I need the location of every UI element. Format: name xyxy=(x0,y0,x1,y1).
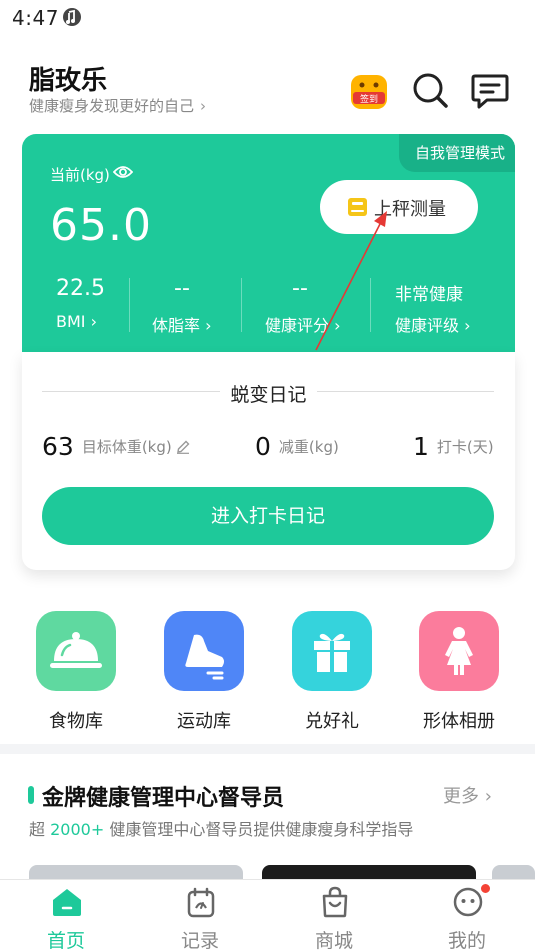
tab-label: 记录 xyxy=(180,930,219,951)
gift-icon xyxy=(292,611,372,691)
feature-redeem-gifts[interactable]: 兑好礼 xyxy=(290,611,374,733)
calendar-icon xyxy=(187,887,215,918)
tab-label: 我的 xyxy=(447,930,486,951)
feature-label: 食物库 xyxy=(49,711,103,732)
section-accent-bar xyxy=(28,786,34,804)
tab-home[interactable]: 首页 xyxy=(21,880,111,951)
tab-record[interactable]: 记录 xyxy=(155,880,245,951)
tab-label: 商城 xyxy=(314,930,353,951)
section-description: 超 2000+ 健康管理中心督导员提供健康瘦身科学指导 xyxy=(29,820,414,839)
sneaker-icon xyxy=(164,611,244,691)
feature-food-library[interactable]: 食物库 xyxy=(34,611,118,733)
section-title: 金牌健康管理中心督导员 xyxy=(42,786,285,811)
tab-mall[interactable]: 商城 xyxy=(289,880,379,951)
feature-exercise-library[interactable]: 运动库 xyxy=(162,611,246,733)
food-cloche-icon xyxy=(36,611,116,691)
feature-label: 形体相册 xyxy=(423,711,495,732)
bottom-tab-bar: 首页 记录 商城 我的 xyxy=(0,879,535,951)
section-separator xyxy=(0,744,535,754)
section-more-link[interactable]: 更多 › xyxy=(443,782,492,808)
tab-label: 首页 xyxy=(46,930,85,951)
shopping-bag-icon xyxy=(322,886,348,918)
chevron-right-icon: › xyxy=(484,786,492,807)
feature-label: 运动库 xyxy=(177,711,231,732)
notification-badge xyxy=(479,882,492,895)
tab-mine[interactable]: 我的 xyxy=(422,880,512,951)
home-icon xyxy=(53,889,81,916)
feature-body-album[interactable]: 形体相册 xyxy=(417,611,501,733)
feature-label: 兑好礼 xyxy=(305,711,359,732)
woman-figure-icon xyxy=(419,611,499,691)
